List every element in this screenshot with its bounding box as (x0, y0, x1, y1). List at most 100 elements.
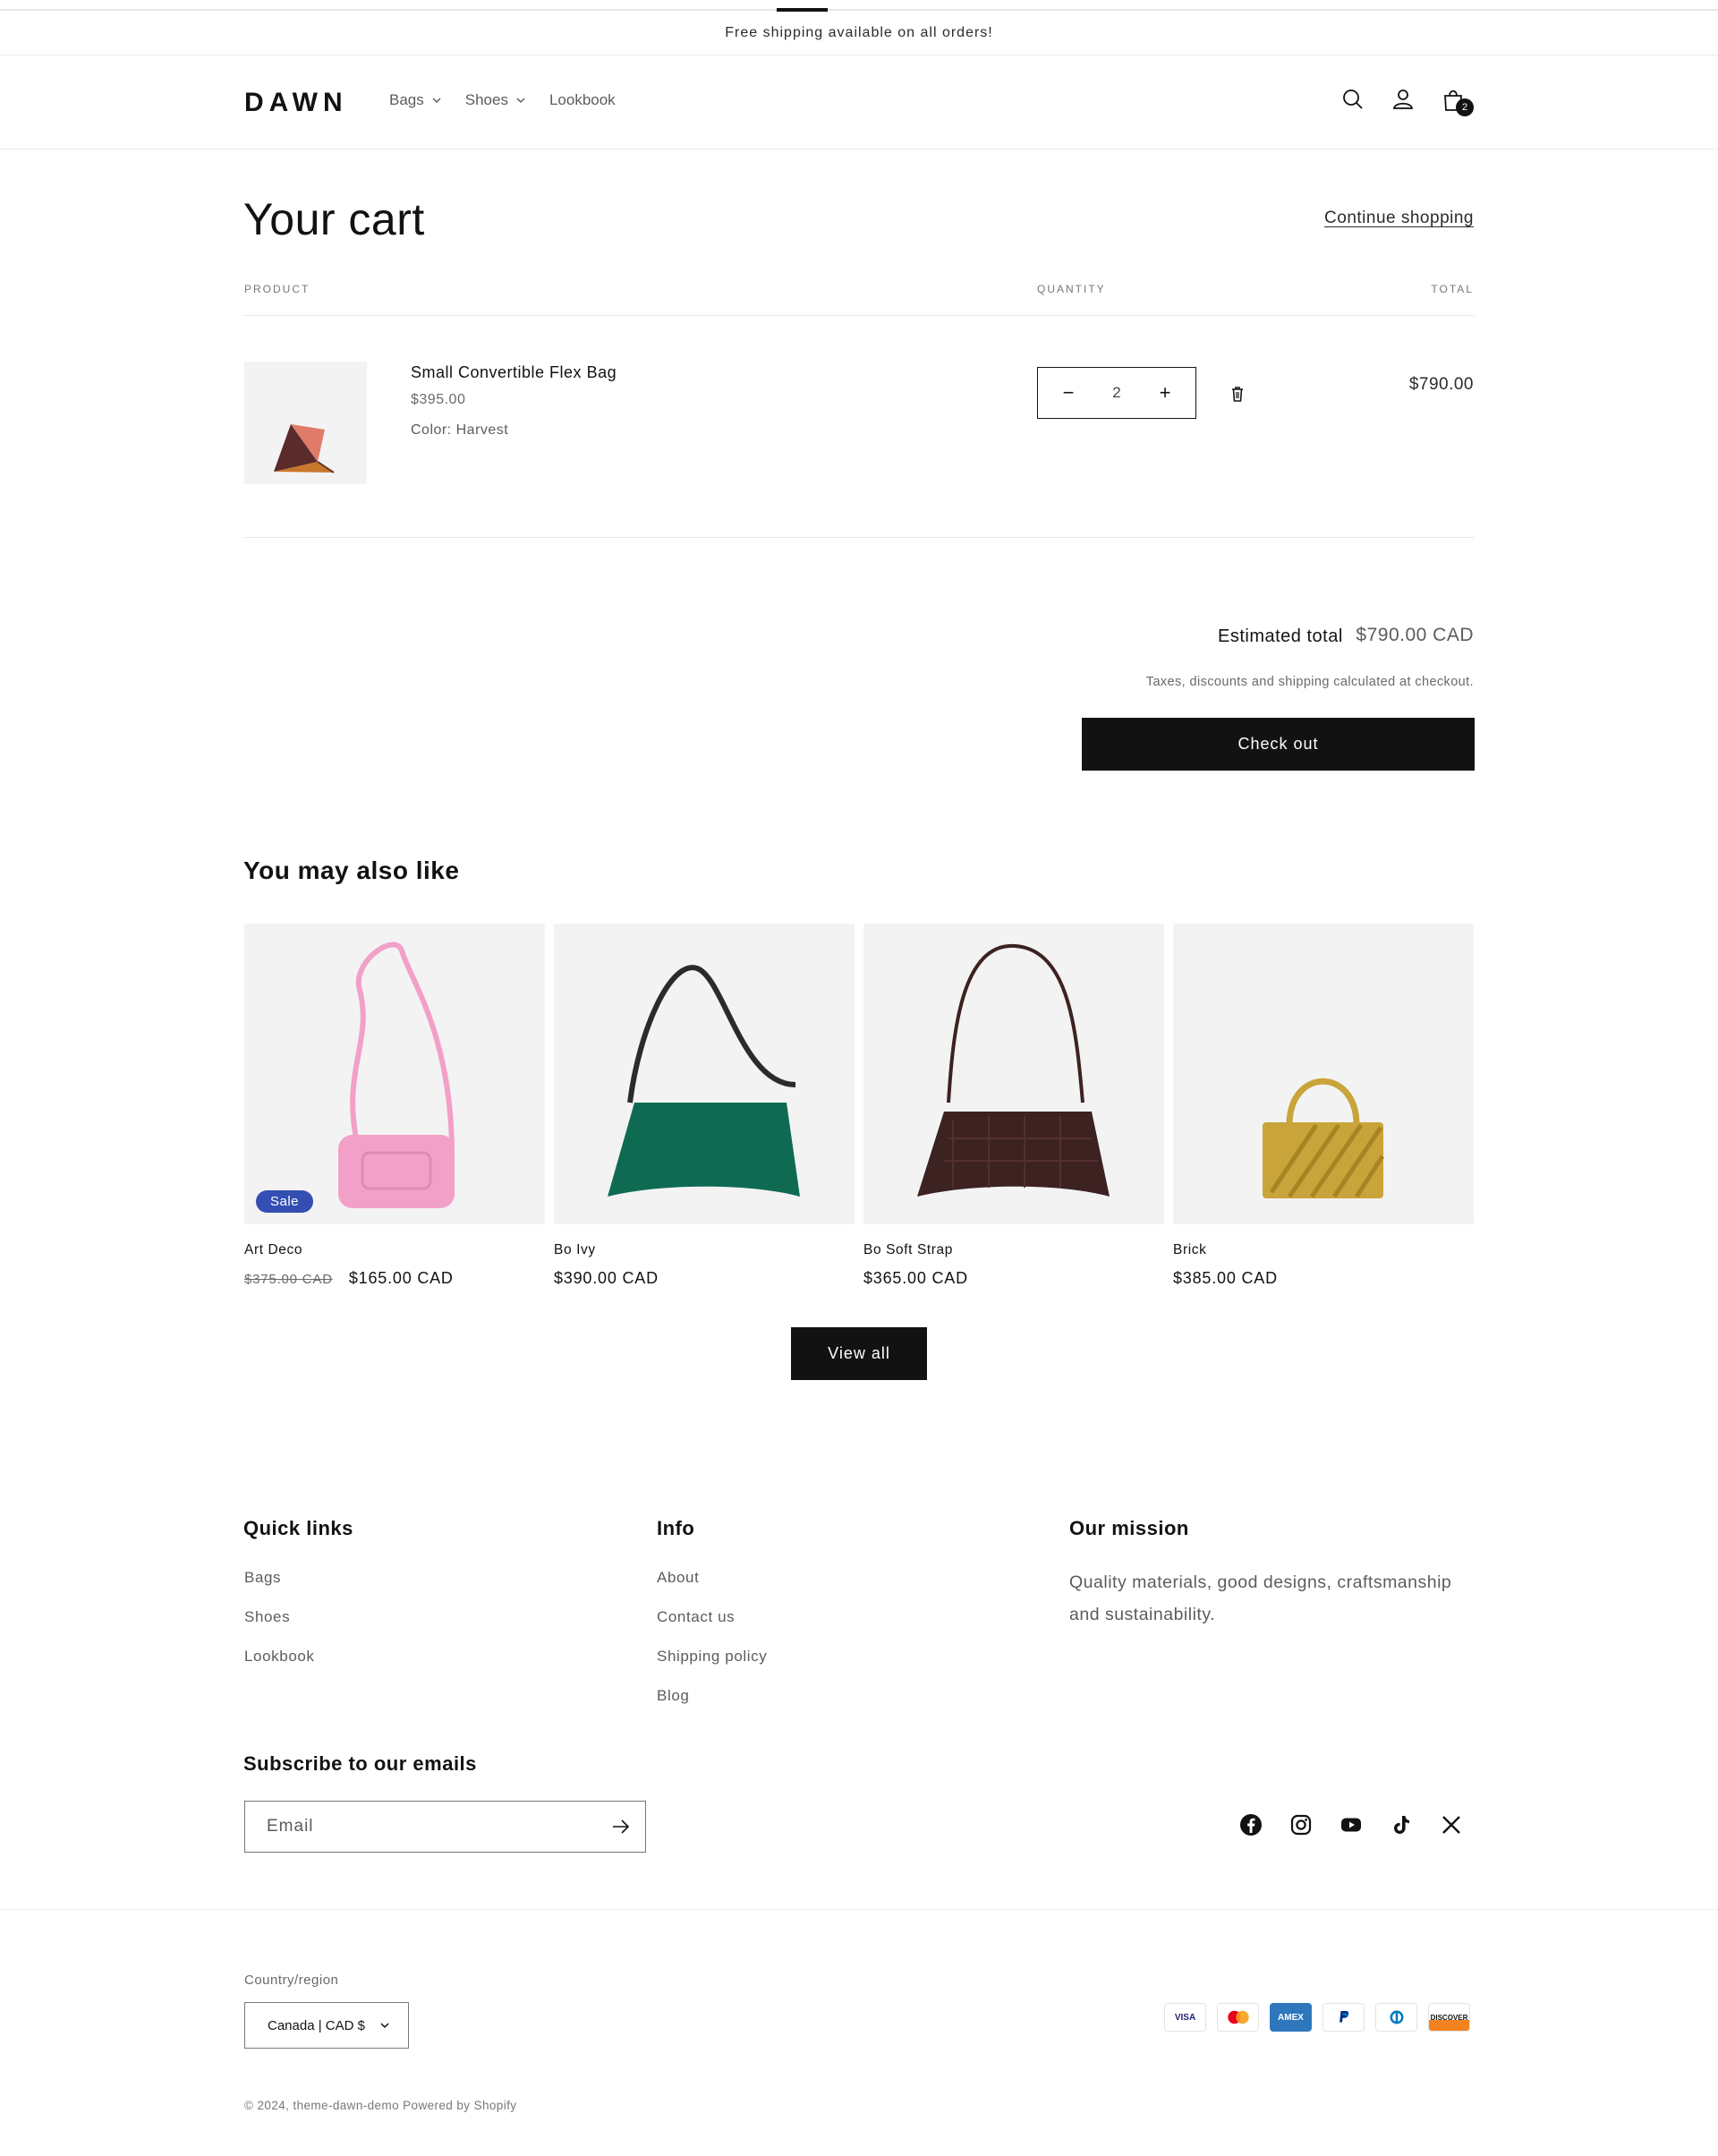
announcement-bar: Free shipping available on all orders! (0, 11, 1718, 55)
paypal-icon (1323, 2003, 1365, 2032)
product-price: $390.00 CAD (554, 1269, 855, 1288)
checkout-button[interactable]: Check out (1082, 718, 1475, 771)
nav-item-lookbook[interactable]: Lookbook (549, 91, 616, 109)
quick-links-heading: Quick links (243, 1517, 353, 1539)
logo[interactable]: DAWN (244, 88, 348, 118)
price: $390.00 CAD (554, 1269, 659, 1287)
instagram-icon[interactable] (1289, 1813, 1313, 1836)
product-price: $375.00 CAD $165.00 CAD (244, 1269, 545, 1288)
mastercard-icon (1217, 2003, 1259, 2032)
main-nav: Bags Shoes Lookbook (389, 91, 616, 109)
product-name[interactable]: Bo Soft Strap (863, 1242, 1164, 1258)
increase-quantity-button[interactable]: + (1154, 381, 1176, 405)
country-value: Canada | CAD $ (268, 2017, 365, 2033)
info-heading: Info (657, 1517, 695, 1539)
column-header-quantity: QUANTITY (1037, 283, 1106, 295)
site-header: DAWN Bags Shoes Lookbook 2 (0, 55, 1718, 149)
decrease-quantity-button[interactable]: − (1058, 381, 1079, 405)
sale-badge: Sale (256, 1190, 314, 1213)
column-header-total: TOTAL (1431, 283, 1474, 295)
nav-item-label: Bags (389, 91, 424, 108)
product-image[interactable] (554, 924, 855, 1224)
product-card[interactable]: Bo Ivy $390.00 CAD (554, 924, 855, 1288)
amex-icon: AMEX (1270, 2003, 1312, 2032)
quantity-stepper: − 2 + (1037, 367, 1196, 419)
cart-header-divider (244, 315, 1474, 316)
footer-divider (0, 1909, 1718, 1910)
footer-link-about[interactable]: About (657, 1569, 767, 1587)
tax-note: Taxes, discounts and shipping calculated… (1145, 675, 1474, 689)
email-input[interactable] (245, 1802, 585, 1851)
product-price: $385.00 CAD (1173, 1269, 1474, 1288)
product-name[interactable]: Brick (1173, 1242, 1474, 1258)
view-all-button[interactable]: View all (791, 1327, 927, 1380)
footer-link-bags[interactable]: Bags (244, 1569, 315, 1587)
chevron-down-icon (380, 2023, 389, 2029)
x-icon[interactable] (1440, 1813, 1463, 1836)
trash-icon[interactable] (1229, 385, 1246, 403)
footer-link-shipping-policy[interactable]: Shipping policy (657, 1648, 767, 1666)
page: Free shipping available on all orders! D… (0, 0, 1718, 2156)
product-image[interactable] (1173, 924, 1474, 1224)
arrow-right-icon[interactable] (611, 1818, 631, 1836)
product-image[interactable]: Sale (244, 924, 545, 1224)
recommendations-title: You may also like (243, 856, 460, 884)
chevron-down-icon (432, 98, 441, 104)
product-image[interactable] (863, 924, 1164, 1224)
mission-text: Quality materials, good designs, craftsm… (1069, 1572, 1452, 1624)
cart-item-line-total: $790.00 (1408, 375, 1474, 394)
payment-icons: VISA AMEX DISCOVER (1164, 2003, 1470, 2032)
product-name[interactable]: Art Deco (244, 1242, 545, 1258)
visa-icon: VISA (1164, 2003, 1206, 2032)
subscribe-heading: Subscribe to our emails (243, 1752, 477, 1775)
product-card[interactable]: Brick $385.00 CAD (1173, 924, 1474, 1288)
nav-item-shoes[interactable]: Shoes (465, 91, 526, 109)
product-name[interactable]: Bo Ivy (554, 1242, 855, 1258)
copyright: © 2024, theme-dawn-demo Powered by Shopi… (244, 2099, 517, 2112)
header-icons: 2 (1340, 86, 1474, 116)
page-title: Your cart (243, 194, 425, 244)
tiktok-icon[interactable] (1390, 1813, 1413, 1836)
nav-item-label: Lookbook (549, 91, 616, 108)
estimated-total-value: $790.00 CAD (1356, 625, 1474, 645)
cart-count-badge: 2 (1456, 98, 1474, 116)
price: $385.00 CAD (1173, 1269, 1278, 1287)
footer-link-lookbook[interactable]: Lookbook (244, 1648, 315, 1666)
footer-link-contact[interactable]: Contact us (657, 1608, 767, 1626)
chevron-down-icon (516, 98, 525, 104)
announcement-text: Free shipping available on all orders! (725, 24, 993, 40)
cart-item-option: Color: Harvest (411, 422, 509, 438)
diners-icon (1375, 2003, 1417, 2032)
cart-item-price: $395.00 (411, 392, 466, 407)
cart-icon[interactable]: 2 (1440, 86, 1474, 116)
newsletter-form (244, 1801, 646, 1853)
country-label: Country/region (244, 1973, 339, 1988)
cart-item-image[interactable] (244, 362, 367, 484)
country-selector[interactable]: Canada | CAD $ (244, 2002, 409, 2049)
compare-at-price: $375.00 CAD (244, 1272, 333, 1287)
facebook-icon[interactable] (1239, 1813, 1263, 1836)
quick-links-list: Bags Shoes Lookbook (244, 1569, 315, 1666)
estimated-total-label: Estimated total (1218, 626, 1343, 646)
sale-price: $165.00 CAD (348, 1269, 454, 1287)
cart-item-name[interactable]: Small Convertible Flex Bag (411, 363, 617, 382)
discover-icon: DISCOVER (1428, 2003, 1470, 2032)
youtube-icon[interactable] (1340, 1813, 1363, 1836)
account-icon[interactable] (1390, 86, 1416, 113)
column-header-product: PRODUCT (244, 283, 310, 295)
info-links-list: About Contact us Shipping policy Blog (657, 1569, 767, 1705)
price: $365.00 CAD (863, 1269, 968, 1287)
continue-shopping-link[interactable]: Continue shopping (1324, 209, 1474, 228)
mission-heading: Our mission (1069, 1517, 1189, 1539)
footer-link-blog[interactable]: Blog (657, 1687, 767, 1705)
product-card[interactable]: Sale Art Deco $375.00 CAD $165.00 CAD (244, 924, 545, 1288)
cart-items-divider (244, 537, 1474, 538)
product-price: $365.00 CAD (863, 1269, 1164, 1288)
social-links (1239, 1813, 1463, 1836)
search-icon[interactable] (1340, 86, 1366, 113)
footer-link-shoes[interactable]: Shoes (244, 1608, 315, 1626)
nav-item-bags[interactable]: Bags (389, 91, 442, 109)
nav-item-label: Shoes (464, 91, 508, 108)
quantity-value[interactable]: 2 (1112, 384, 1120, 402)
product-card[interactable]: Bo Soft Strap $365.00 CAD (863, 924, 1164, 1288)
